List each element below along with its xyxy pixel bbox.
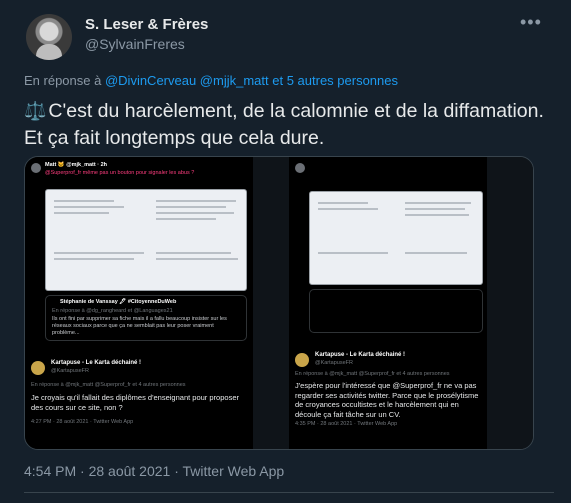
media-image-1[interactable]: Matt 🐱 @mjk_matt · 2h @Superprof_fr même…: [25, 157, 253, 449]
mini-pink-text: @Superprof_fr même pas un bouton pour si…: [45, 170, 195, 176]
quote-text: Ils ont fini par supprimer sa fiche mais…: [52, 316, 227, 336]
main-time: 4:35 PM · 28 août 2021 · Twitter Web App: [295, 421, 398, 427]
media-image-2[interactable]: Kartapuse - Le Karta déchainé ! @Kartapu…: [289, 157, 487, 449]
embedded-screenshot: [45, 189, 247, 291]
embedded-screenshot: [309, 191, 483, 285]
tweet-text: ⚖️ C'est du harcèlement, de la calomnie e…: [24, 98, 554, 152]
mini-avatar: [295, 163, 305, 173]
tweet-body: C'est du harcèlement, de la calomnie et …: [24, 100, 544, 149]
media-strip-dark: [253, 157, 289, 449]
main-time: 4:27 PM · 28 août 2021 · Twitter Web App: [31, 419, 134, 425]
mini-avatar: [31, 361, 45, 375]
mini-avatar: [295, 353, 309, 367]
author-handle[interactable]: @SylvainFreres: [85, 36, 185, 52]
main-text: J'espère pour l'intéressé que @Superprof…: [295, 381, 479, 419]
tweet-timestamp[interactable]: 4:54 PM · 28 août 2021 · Twitter Web App: [24, 463, 284, 479]
main-author: Kartapuse - Le Karta déchainé !: [315, 352, 406, 358]
main-handle: @KartapuseFR: [51, 368, 89, 374]
main-reply: En réponse à @mjk_matt @Superprof_fr et …: [295, 371, 450, 377]
main-text: Je croyais qu'il fallait des diplômes d'…: [31, 393, 239, 412]
quote-author: Stéphanie de Vanssay 🖋 #CitoyenneDuWeb: [60, 299, 177, 305]
more-options-icon[interactable]: •••: [520, 12, 542, 33]
reply-users-link[interactable]: @DivinCerveau @mjjk_matt: [105, 73, 269, 88]
tweet-media[interactable]: Matt 🐱 @mjk_matt · 2h @Superprof_fr même…: [24, 156, 534, 450]
reply-others-link[interactable]: et 5 autres personnes: [272, 73, 398, 88]
divider: [24, 492, 554, 493]
quoted-tweet: [309, 289, 483, 333]
media-strip-dark: [487, 157, 533, 449]
avatar[interactable]: [26, 14, 72, 60]
mini-author: Matt 🐱 @mjk_matt · 2h: [45, 162, 108, 168]
mini-avatar: [31, 163, 41, 173]
author-name[interactable]: S. Leser & Frères: [85, 16, 208, 33]
reply-prefix: En réponse à: [24, 73, 102, 88]
reply-context: En réponse à @DivinCerveau @mjjk_matt et…: [24, 73, 398, 88]
main-reply: En réponse à @mjk_matt @Superprof_fr et …: [31, 382, 186, 388]
balance-scale-icon: ⚖️: [24, 101, 47, 121]
quote-reply: En réponse à @dg_rangheard et @Languages…: [52, 308, 173, 314]
main-handle: @KartapuseFR: [315, 360, 353, 366]
quoted-tweet: Stéphanie de Vanssay 🖋 #CitoyenneDuWeb E…: [45, 295, 247, 341]
main-author: Kartapuse - Le Karta déchainé !: [51, 360, 142, 366]
